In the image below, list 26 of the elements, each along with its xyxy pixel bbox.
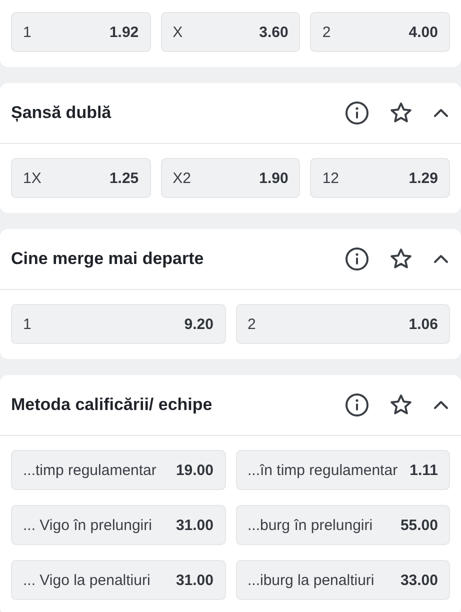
star-icon[interactable] bbox=[389, 101, 413, 125]
odds-button[interactable]: ...timp regulamentar 19.00 bbox=[11, 450, 226, 490]
odds-button[interactable]: 12 1.29 bbox=[310, 158, 450, 198]
chevron-up-icon[interactable] bbox=[433, 400, 449, 410]
odds-button[interactable]: X 3.60 bbox=[160, 12, 300, 52]
odds-button[interactable]: 1 9.20 bbox=[11, 304, 226, 344]
chevron-up-icon[interactable] bbox=[433, 254, 449, 264]
star-icon[interactable] bbox=[389, 247, 413, 271]
odds-button[interactable]: 2 4.00 bbox=[310, 12, 450, 52]
odds-button[interactable]: ...în timp regulamentar 1.11 bbox=[236, 450, 450, 490]
market-title: Metoda calificării/ echipe bbox=[11, 395, 214, 415]
odds-button[interactable]: 1X 1.25 bbox=[11, 158, 151, 198]
star-icon[interactable] bbox=[389, 393, 413, 417]
odds-button[interactable]: ...iburg la penaltiuri 33.00 bbox=[236, 560, 450, 600]
odds-button[interactable]: ... Vigo la penaltiuri 31.00 bbox=[11, 560, 226, 600]
odds-button[interactable]: X2 1.90 bbox=[160, 158, 300, 198]
odds-button[interactable]: 2 1.06 bbox=[236, 304, 450, 344]
info-icon[interactable] bbox=[345, 101, 369, 125]
odds-button[interactable]: ...burg în prelungiri 55.00 bbox=[236, 505, 450, 545]
chevron-up-icon[interactable] bbox=[433, 108, 449, 118]
info-icon[interactable] bbox=[345, 393, 369, 417]
market-title: Cine merge mai departe bbox=[11, 249, 205, 269]
odds-button[interactable]: ... Vigo în prelungiri 31.00 bbox=[11, 505, 226, 545]
info-icon[interactable] bbox=[345, 247, 369, 271]
market-title: Șansă dublă bbox=[11, 103, 112, 123]
odds-button[interactable]: 1 1.92 bbox=[11, 12, 151, 52]
